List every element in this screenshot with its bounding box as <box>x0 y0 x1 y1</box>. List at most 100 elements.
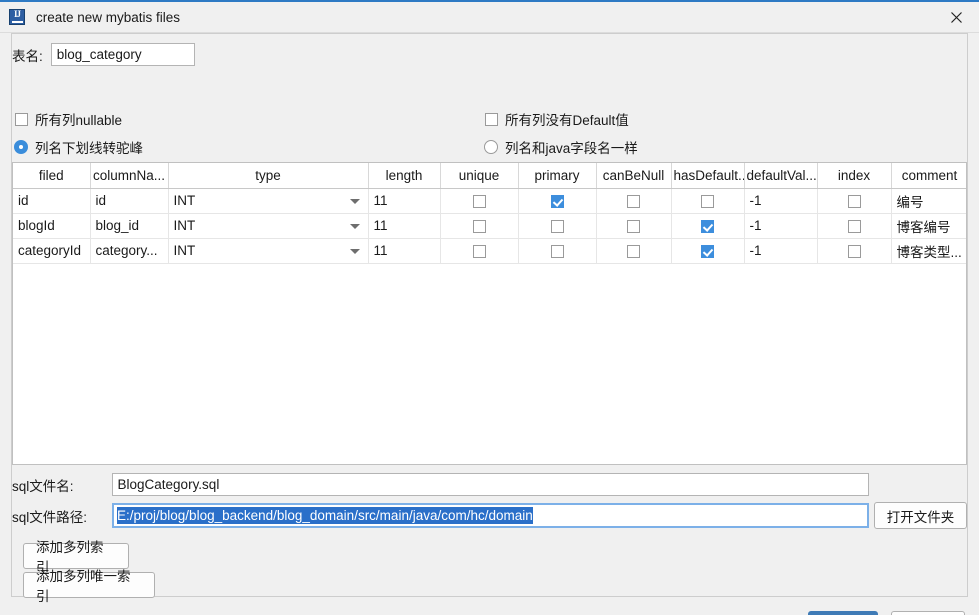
cell-primary[interactable] <box>518 238 597 264</box>
cell-columnname[interactable]: blog_id <box>90 213 169 239</box>
cancel-button[interactable]: Cancel <box>891 611 965 615</box>
sql-file-path-value: E:/proj/blog/blog_backend/blog_domain/sr… <box>117 507 533 524</box>
cell-primary[interactable] <box>518 213 597 239</box>
cell-index[interactable] <box>817 213 892 239</box>
cell-hasdefault[interactable] <box>671 213 745 239</box>
intellij-idea-icon <box>9 9 25 25</box>
cell-defaultvalue[interactable]: -1 <box>744 213 818 239</box>
sql-file-path-label: sql文件路径: <box>12 509 88 525</box>
cell-length[interactable]: 11 <box>368 213 441 239</box>
col-header-index[interactable]: index <box>817 163 892 189</box>
col-header-unique[interactable]: unique <box>440 163 519 189</box>
cell-hasdefault[interactable] <box>671 238 745 264</box>
empty-cell <box>744 263 817 464</box>
table-row[interactable]: blogId blog_id INT 11 -1 博客编号 <box>13 213 966 239</box>
radio-icon <box>14 140 28 154</box>
empty-cell <box>596 263 671 464</box>
checkbox-icon <box>847 194 861 208</box>
empty-cell <box>90 263 168 464</box>
sql-file-path-input[interactable]: E:/proj/blog/blog_backend/blog_domain/sr… <box>112 503 870 528</box>
radio-same-as-java-field[interactable]: 列名和java字段名一样 <box>484 137 638 157</box>
open-folder-button[interactable]: 打开文件夹 <box>874 502 967 529</box>
window-title: create new mybatis files <box>36 9 181 25</box>
checkbox-icon <box>627 219 640 233</box>
checkbox-icon <box>472 244 486 258</box>
cell-index[interactable] <box>817 188 892 214</box>
cell-defaultvalue[interactable]: -1 <box>744 238 818 264</box>
cell-filed[interactable]: blogId <box>13 213 91 239</box>
cell-defaultvalue[interactable]: -1 <box>744 188 818 214</box>
cell-columnname[interactable]: category... <box>90 238 169 264</box>
table-body: id id INT 11 -1 编号 blogId blog_id INT 11 -1 博客编号 cat… <box>13 188 966 464</box>
cell-canbenull[interactable] <box>596 238 672 264</box>
checkbox-icon <box>847 244 861 258</box>
col-header-hasdefault[interactable]: hasDefault... <box>671 163 745 189</box>
checkbox-icon <box>472 194 486 208</box>
sql-file-name-input[interactable] <box>111 473 869 496</box>
radio-underscore-to-camel[interactable]: 列名下划线转驼峰 <box>14 137 143 157</box>
sql-file-path-row: sql文件路径: E:/proj/blog/blog_backend/blog_… <box>12 503 870 528</box>
col-header-canbenull[interactable]: canBeNull <box>596 163 672 189</box>
col-header-columnname[interactable]: columnNa... <box>90 163 169 189</box>
col-header-comment[interactable]: comment <box>891 163 966 189</box>
close-icon[interactable] <box>933 2 979 32</box>
cell-comment[interactable]: 博客类型... <box>891 238 966 264</box>
col-header-type[interactable]: type <box>168 163 369 189</box>
checkbox-all-columns-nullable[interactable]: 所有列nullable <box>15 109 122 129</box>
sql-file-name-label: sql文件名: <box>12 478 74 494</box>
col-header-defaultvalue[interactable]: defaultVal... <box>744 163 818 189</box>
table-name-input[interactable] <box>50 43 195 66</box>
checkbox-icon <box>550 244 564 258</box>
columns-table[interactable]: filed columnNa... type length unique pri… <box>12 162 967 465</box>
col-header-primary[interactable]: primary <box>518 163 597 189</box>
cell-index[interactable] <box>817 238 892 264</box>
cell-filed[interactable]: id <box>13 188 91 214</box>
chevron-down-icon[interactable] <box>349 223 360 229</box>
cell-columnname[interactable]: id <box>90 188 169 214</box>
cell-type[interactable]: INT <box>168 213 369 239</box>
cell-unique[interactable] <box>440 238 519 264</box>
radio-label: 列名下划线转驼峰 <box>35 141 143 156</box>
table-row[interactable]: categoryId category... INT 11 -1 博客类型... <box>13 238 966 264</box>
cell-hasdefault[interactable] <box>671 188 745 214</box>
checkbox-icon <box>15 112 28 126</box>
cell-comment[interactable]: 博客编号 <box>891 213 966 239</box>
table-row[interactable]: id id INT 11 -1 编号 <box>13 188 966 214</box>
cell-unique[interactable] <box>440 188 519 214</box>
col-header-filed[interactable]: filed <box>13 163 91 189</box>
cell-type[interactable]: INT <box>168 188 369 214</box>
cell-canbenull[interactable] <box>596 213 672 239</box>
cell-primary[interactable] <box>518 188 597 214</box>
chevron-down-icon[interactable] <box>349 248 360 254</box>
checkbox-icon <box>847 219 861 233</box>
dialog-content: 表名: 所有列nullable 所有列没有Default值 列名下划线转驼峰 列… <box>0 33 979 615</box>
empty-cell <box>518 263 596 464</box>
empty-cell <box>671 263 744 464</box>
checkbox-icon <box>627 194 640 208</box>
table-name-label: 表名: <box>12 48 43 64</box>
cell-filed[interactable]: categoryId <box>13 238 91 264</box>
title-bar: create new mybatis files <box>0 2 979 33</box>
output-settings: sql文件名: sql文件路径: E:/proj/blog/blog_backe… <box>12 470 967 604</box>
checkbox-icon <box>550 219 564 233</box>
cell-unique[interactable] <box>440 213 519 239</box>
col-header-length[interactable]: length <box>368 163 441 189</box>
empty-cell <box>168 263 368 464</box>
ok-button[interactable]: OK <box>808 611 878 615</box>
empty-cell <box>440 263 518 464</box>
cell-type[interactable]: INT <box>168 238 369 264</box>
chevron-down-icon[interactable] <box>349 198 360 204</box>
cell-length[interactable]: 11 <box>368 238 441 264</box>
cell-length[interactable]: 11 <box>368 188 441 214</box>
radio-icon <box>484 140 498 154</box>
add-multi-column-unique-index-button[interactable]: 添加多列唯一索引 <box>23 569 155 604</box>
checkbox-all-columns-no-default[interactable]: 所有列没有Default值 <box>485 109 629 129</box>
cell-canbenull[interactable] <box>596 188 672 214</box>
empty-cell <box>13 263 90 464</box>
checkbox-label: 所有列nullable <box>35 113 123 128</box>
checkbox-icon <box>701 219 714 233</box>
checkbox-icon <box>485 112 498 126</box>
table-empty-area <box>13 263 966 464</box>
cell-comment[interactable]: 编号 <box>891 188 966 214</box>
checkbox-icon <box>627 244 640 258</box>
